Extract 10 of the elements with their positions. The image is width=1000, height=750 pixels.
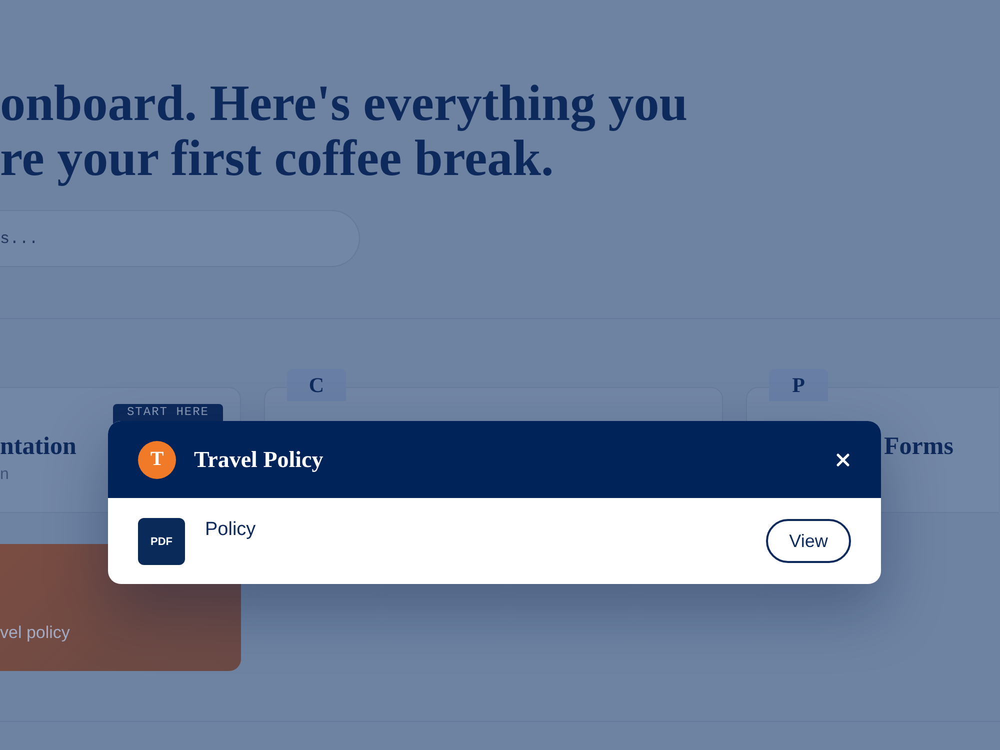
letter-tag: C [287, 369, 346, 401]
card-title: ntation [0, 432, 76, 462]
file-name: Policy [205, 518, 256, 542]
page-heading: onboard. Here's everything you re your first coffee break. [0, 75, 689, 187]
card-title: Forms [884, 432, 954, 462]
modal-title: Travel Policy [194, 446, 324, 472]
letter-avatar: T [138, 440, 176, 478]
file-type-badge: PDF [138, 518, 185, 565]
card-text: vel policy [0, 623, 70, 643]
letter-tag: P [769, 369, 828, 401]
